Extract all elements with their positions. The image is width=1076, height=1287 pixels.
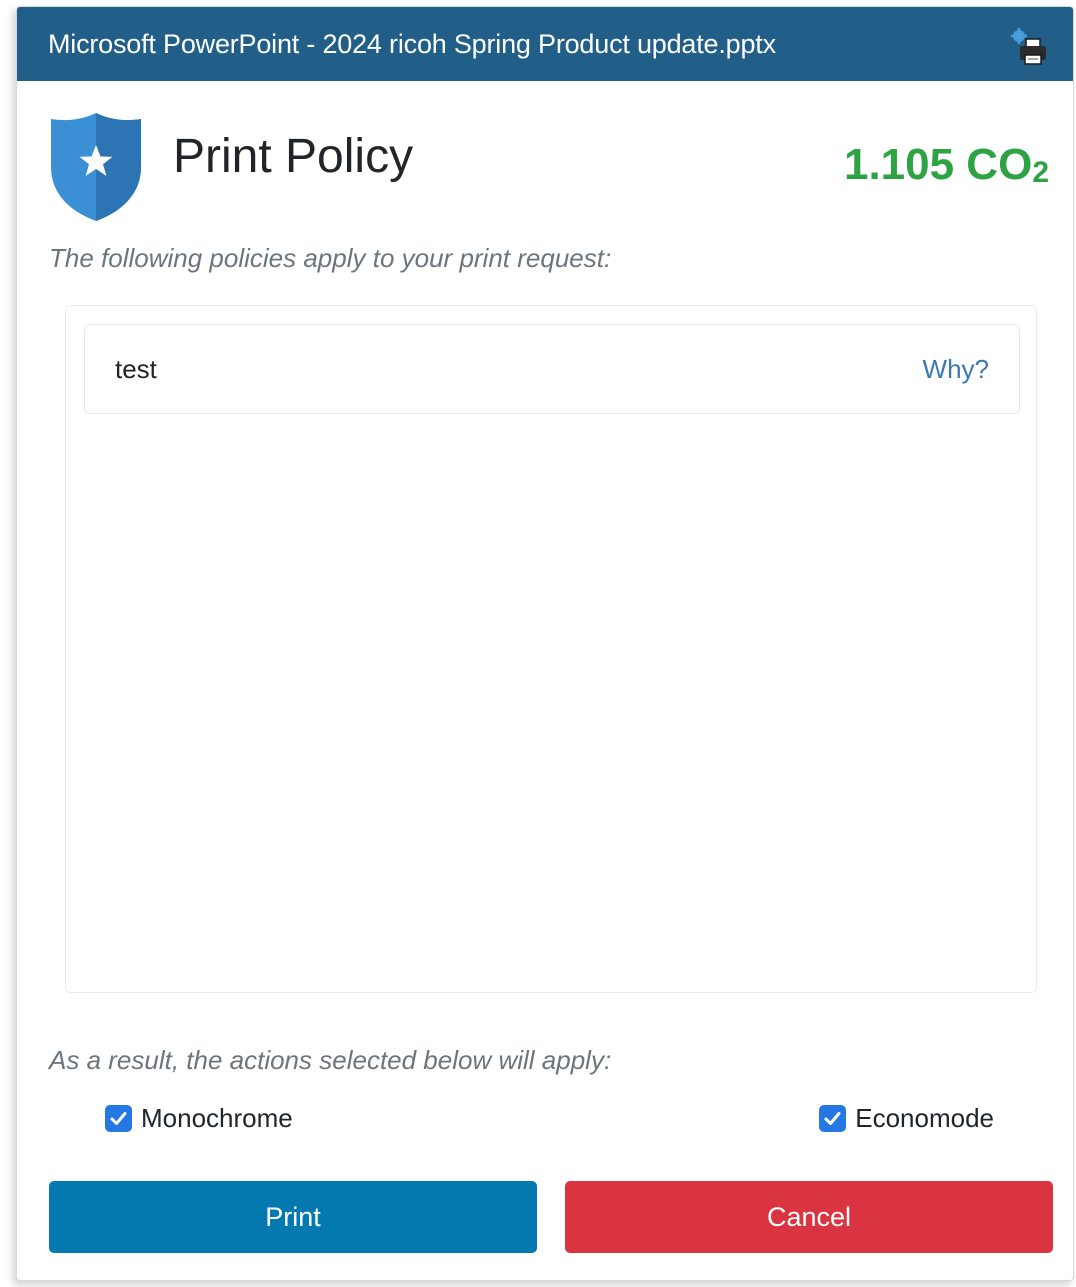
checkmark-icon xyxy=(824,1112,841,1125)
actions-intro: As a result, the actions selected below … xyxy=(49,1045,612,1075)
policy-item: test Why? xyxy=(84,324,1020,414)
why-link[interactable]: Why? xyxy=(923,354,989,385)
economode-checkbox[interactable] xyxy=(819,1105,847,1132)
print-button[interactable]: Print xyxy=(49,1181,537,1253)
dialog-heading: Print Policy xyxy=(173,130,414,183)
co2-amount: 1.105 CO xyxy=(843,140,1033,189)
shield-star-icon xyxy=(51,113,141,221)
co2-value: 1.105 CO2 xyxy=(843,140,1049,189)
printer-settings-icon[interactable] xyxy=(1009,25,1051,67)
policies-intro: The following policies apply to your pri… xyxy=(49,243,612,273)
title-bar: Microsoft PowerPoint - 2024 ricoh Spring… xyxy=(17,7,1073,81)
cancel-button[interactable]: Cancel xyxy=(565,1181,1053,1253)
economode-option[interactable]: Economode xyxy=(819,1103,994,1134)
policy-list: test Why? xyxy=(65,305,1037,993)
monochrome-checkbox[interactable] xyxy=(105,1105,132,1132)
economode-label: Economode xyxy=(855,1103,994,1133)
print-policy-dialog: Microsoft PowerPoint - 2024 ricoh Spring… xyxy=(16,6,1074,1281)
co2-subscript: 2 xyxy=(1032,156,1049,189)
checkmark-icon xyxy=(110,1112,127,1125)
monochrome-label: Monochrome xyxy=(141,1103,293,1133)
window-title: Microsoft PowerPoint - 2024 ricoh Spring… xyxy=(48,28,776,59)
monochrome-option[interactable]: Monochrome xyxy=(105,1103,293,1134)
policy-name: test xyxy=(115,353,157,384)
